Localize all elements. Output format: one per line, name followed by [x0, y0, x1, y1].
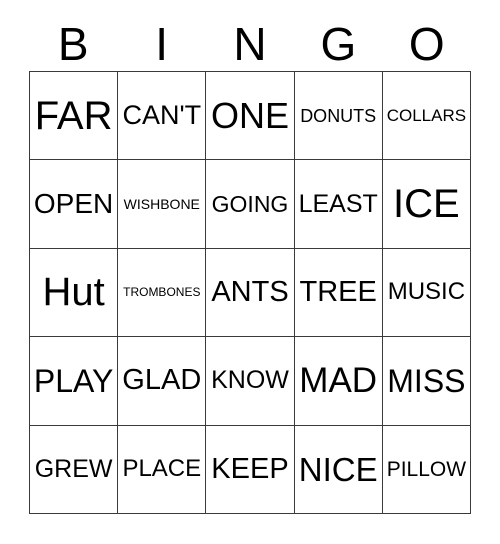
bingo-cell[interactable]: KEEP	[206, 425, 295, 514]
bingo-header-letter-g: G	[320, 18, 357, 70]
bingo-cell[interactable]: ONE	[206, 72, 295, 161]
bingo-cell[interactable]: GREW	[30, 425, 119, 514]
bingo-cell-label: DONUTS	[300, 105, 377, 126]
bingo-cell-label: GLAD	[122, 364, 202, 397]
bingo-cell[interactable]: NICE	[294, 425, 383, 514]
bingo-cell[interactable]: GLAD	[118, 337, 207, 426]
bingo-cell[interactable]: FAR	[30, 72, 119, 161]
bingo-header: B I N GO	[29, 20, 471, 68]
bingo-cell-label: MUSIC	[387, 278, 466, 306]
bingo-cell-label: FAR	[34, 93, 113, 138]
bingo-cell-label: LEAST	[298, 189, 378, 218]
bingo-header-letter-o: O	[408, 18, 445, 70]
bingo-cell[interactable]: DONUTS	[294, 72, 383, 161]
bingo-cell-label: MISS	[387, 362, 466, 399]
bingo-cell-label: GREW	[34, 454, 113, 483]
bingo-cell-label: MAD	[299, 361, 378, 401]
bingo-cell[interactable]: WISHBONE	[118, 160, 207, 249]
bingo-cell-label: GOING	[211, 190, 289, 217]
bingo-header-letter-i: I	[155, 18, 168, 70]
bingo-cell[interactable]: LEAST	[294, 160, 383, 249]
bingo-cell[interactable]: MISS	[382, 337, 471, 426]
bingo-cell-label: TREE	[299, 275, 377, 308]
bingo-card: B I N GO FAR CAN'T ONE DONUTS COLLARS OPEN WISHBO…	[0, 0, 500, 544]
bingo-cell-label: COLLARS	[386, 106, 467, 126]
bingo-cell-label: ICE	[393, 182, 460, 227]
bingo-cell[interactable]: ICE	[382, 160, 471, 249]
bingo-cell-label: PILLOW	[386, 457, 467, 481]
bingo-cell[interactable]: OPEN	[30, 160, 119, 249]
bingo-cell-label: PLACE	[122, 455, 202, 483]
bingo-cell[interactable]: MUSIC	[382, 248, 471, 338]
bingo-header-letter-n: N	[233, 18, 267, 70]
bingo-cell-label: KNOW	[211, 366, 289, 395]
bingo-cell[interactable]: MAD	[294, 337, 383, 426]
bingo-cell-label: WISHBONE	[123, 196, 200, 213]
bingo-cell[interactable]: PLAY	[30, 337, 119, 426]
bingo-cell[interactable]: PLACE	[118, 425, 207, 514]
bingo-cell[interactable]: PILLOW	[382, 425, 471, 514]
bingo-cell[interactable]: ANTS	[206, 248, 295, 338]
bingo-cell[interactable]: KNOW	[206, 337, 295, 426]
bingo-cell-label: PLAY	[33, 362, 114, 399]
bingo-cell-label: KEEP	[211, 452, 289, 485]
bingo-cell-label: CAN'T	[122, 100, 202, 131]
bingo-cell[interactable]: GOING	[206, 160, 295, 249]
bingo-grid: FAR CAN'T ONE DONUTS COLLARS OPEN WISHBONE GOIN…	[29, 71, 471, 514]
bingo-cell[interactable]: TREE	[294, 248, 383, 338]
bingo-cell[interactable]: COLLARS	[382, 72, 471, 161]
bingo-cell-label: Hut	[42, 270, 105, 315]
bingo-header-letter-b: B	[57, 18, 89, 70]
bingo-cell-label: ANTS	[211, 275, 289, 308]
bingo-cell[interactable]: Hut	[30, 248, 119, 338]
bingo-cell-label: ONE	[210, 94, 289, 136]
bingo-cell-label: NICE	[298, 450, 378, 488]
bingo-cell[interactable]: TROMBONES	[118, 248, 207, 338]
bingo-cell-label: OPEN	[33, 188, 114, 220]
bingo-cell[interactable]: CAN'T	[118, 72, 207, 161]
bingo-cell-label: TROMBONES	[123, 285, 201, 300]
